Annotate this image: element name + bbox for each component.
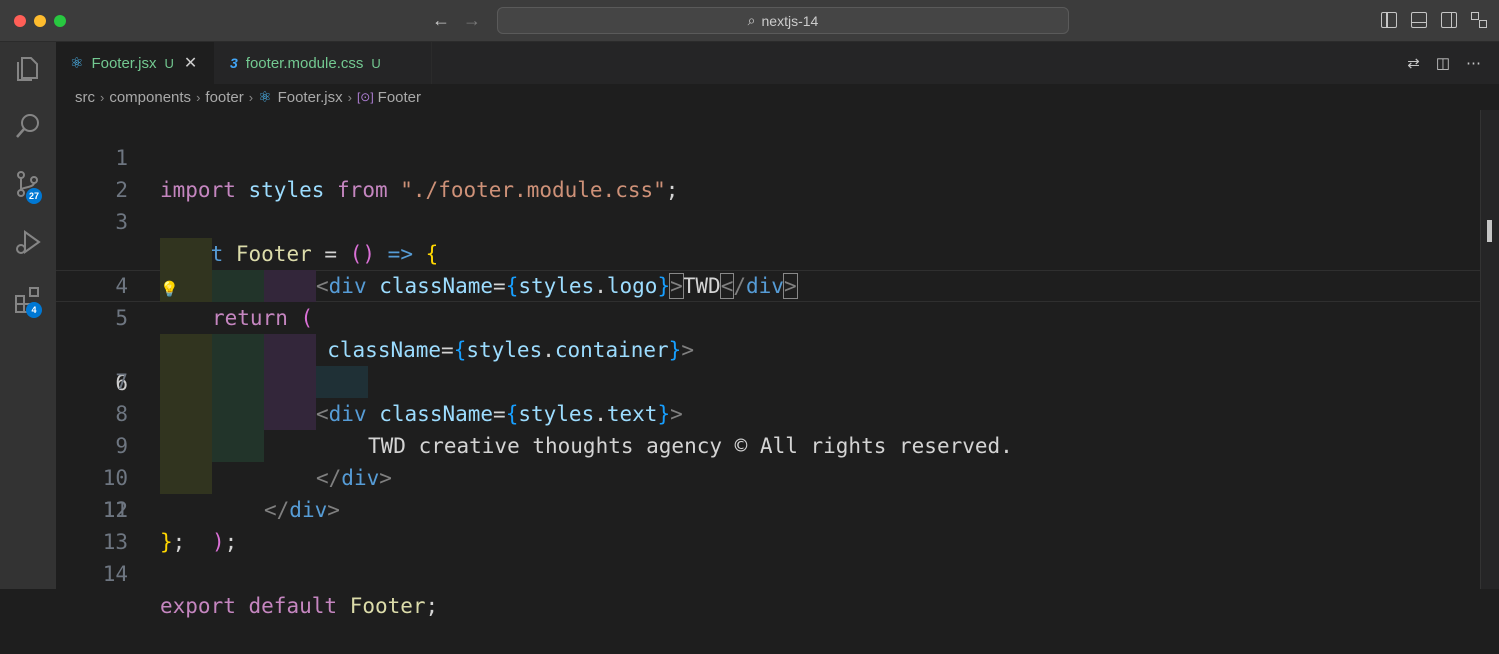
code-line: 1 import styles from "./footer.module.cs… bbox=[56, 110, 1481, 202]
minimize-window-button[interactable] bbox=[34, 15, 46, 27]
react-icon: ⚛ bbox=[258, 89, 272, 106]
title-bar: ← → ⌕ nextjs-14 bbox=[0, 0, 1499, 42]
token: div bbox=[328, 274, 367, 298]
search-icon: ⌕ bbox=[747, 12, 756, 28]
token: { bbox=[505, 274, 519, 298]
token: logo bbox=[606, 274, 658, 298]
code-line: 3 const Footer = () => { bbox=[56, 174, 1481, 266]
token: ; bbox=[425, 594, 439, 618]
forward-arrow-icon[interactable]: → bbox=[463, 9, 481, 31]
breadcrumb: src › components › footer › ⚛ Footer.jsx… bbox=[56, 84, 1499, 110]
editor-tab-bar: ⚛ Footer.jsx U ✕ 3 footer.module.css U ⇄… bbox=[56, 42, 1499, 84]
close-window-button[interactable] bbox=[14, 15, 26, 27]
line-number: 14 bbox=[102, 562, 128, 586]
token: < bbox=[719, 273, 735, 299]
explorer-icon[interactable] bbox=[12, 52, 44, 84]
tab-footer-module-css[interactable]: 3 footer.module.css U bbox=[216, 42, 432, 84]
breadcrumb-item[interactable]: components bbox=[109, 89, 191, 106]
code-line: 4 return ( bbox=[56, 206, 1481, 330]
breadcrumb-item[interactable]: footer bbox=[205, 89, 243, 106]
code-editor[interactable]: 1 import styles from "./footer.module.cs… bbox=[56, 110, 1499, 618]
token: = bbox=[493, 274, 506, 298]
untracked-indicator: U bbox=[164, 55, 174, 71]
workspace-name: nextjs-14 bbox=[761, 12, 819, 29]
token: className bbox=[379, 274, 494, 298]
token: div bbox=[746, 274, 784, 298]
token: default bbox=[248, 594, 338, 618]
code-line: 14 export default Footer; bbox=[56, 526, 1481, 618]
breadcrumb-item[interactable]: Footer bbox=[378, 89, 421, 106]
chevron-right-icon: › bbox=[196, 89, 201, 105]
customize-layout-icon[interactable] bbox=[1471, 12, 1487, 28]
maximize-window-button[interactable] bbox=[54, 15, 66, 27]
toggle-secondary-sidebar-icon[interactable] bbox=[1441, 12, 1457, 28]
token: styles bbox=[518, 274, 595, 298]
token: export bbox=[160, 594, 236, 618]
code-line-current: 💡 6 <div className={styles.logo}>TWD</di… bbox=[56, 270, 1481, 395]
lightbulb-icon[interactable]: 💡 bbox=[160, 273, 179, 305]
breadcrumb-item[interactable]: src bbox=[75, 89, 95, 106]
open-changes-icon[interactable]: ⇄ bbox=[1407, 54, 1420, 72]
back-arrow-icon[interactable]: ← bbox=[432, 9, 450, 31]
scrollbar-thumb[interactable] bbox=[1487, 220, 1492, 242]
command-center-search[interactable]: ⌕ nextjs-14 bbox=[497, 7, 1069, 34]
code-line: 13 bbox=[56, 494, 1481, 554]
code-line: 5 <div className={styles.container}> bbox=[56, 238, 1481, 362]
untracked-indicator: U bbox=[371, 55, 381, 71]
extensions-badge: 4 bbox=[26, 302, 42, 318]
code-line: 12 }; bbox=[56, 462, 1481, 554]
token: . bbox=[594, 274, 607, 298]
more-actions-icon[interactable]: ⋯ bbox=[1466, 54, 1481, 72]
token: / bbox=[733, 274, 747, 298]
activity-bar: 27 4 bbox=[0, 42, 56, 589]
css-icon: 3 bbox=[230, 55, 238, 71]
tab-footer-jsx[interactable]: ⚛ Footer.jsx U ✕ bbox=[56, 42, 214, 84]
token: } bbox=[657, 274, 671, 298]
code-line: 11 ); bbox=[56, 430, 1481, 554]
chevron-right-icon: › bbox=[100, 89, 105, 105]
run-debug-icon[interactable] bbox=[12, 226, 44, 258]
split-editor-icon[interactable]: ◫ bbox=[1436, 54, 1450, 72]
editor-scrollbar[interactable] bbox=[1480, 110, 1499, 589]
code-line: 2 bbox=[56, 142, 1481, 202]
tab-label: footer.module.css bbox=[245, 54, 364, 72]
source-control-badge: 27 bbox=[26, 188, 43, 204]
toggle-primary-sidebar-icon[interactable] bbox=[1381, 12, 1397, 28]
code-line: 9 </div> bbox=[56, 366, 1481, 490]
toggle-panel-icon[interactable] bbox=[1411, 12, 1427, 28]
symbol-variable-icon: [⊙] bbox=[356, 90, 374, 104]
token: TWD bbox=[682, 274, 721, 298]
chevron-right-icon: › bbox=[248, 89, 254, 105]
token: > bbox=[669, 273, 684, 299]
search-icon[interactable] bbox=[12, 110, 44, 142]
breadcrumb-item[interactable]: Footer.jsx bbox=[278, 89, 343, 106]
code-line: 10 </div> bbox=[56, 398, 1481, 522]
react-icon: ⚛ bbox=[70, 55, 84, 72]
tab-label: Footer.jsx bbox=[91, 54, 157, 72]
chevron-right-icon: › bbox=[347, 89, 352, 105]
code-line: 8 TWD creative thoughts agency © All rig… bbox=[56, 334, 1481, 458]
close-tab-icon[interactable]: ✕ bbox=[184, 53, 197, 73]
token: < bbox=[316, 274, 329, 298]
code-line: 7 <div className={styles.text}> bbox=[56, 302, 1481, 426]
token: Footer bbox=[349, 594, 426, 618]
token: > bbox=[782, 273, 798, 299]
